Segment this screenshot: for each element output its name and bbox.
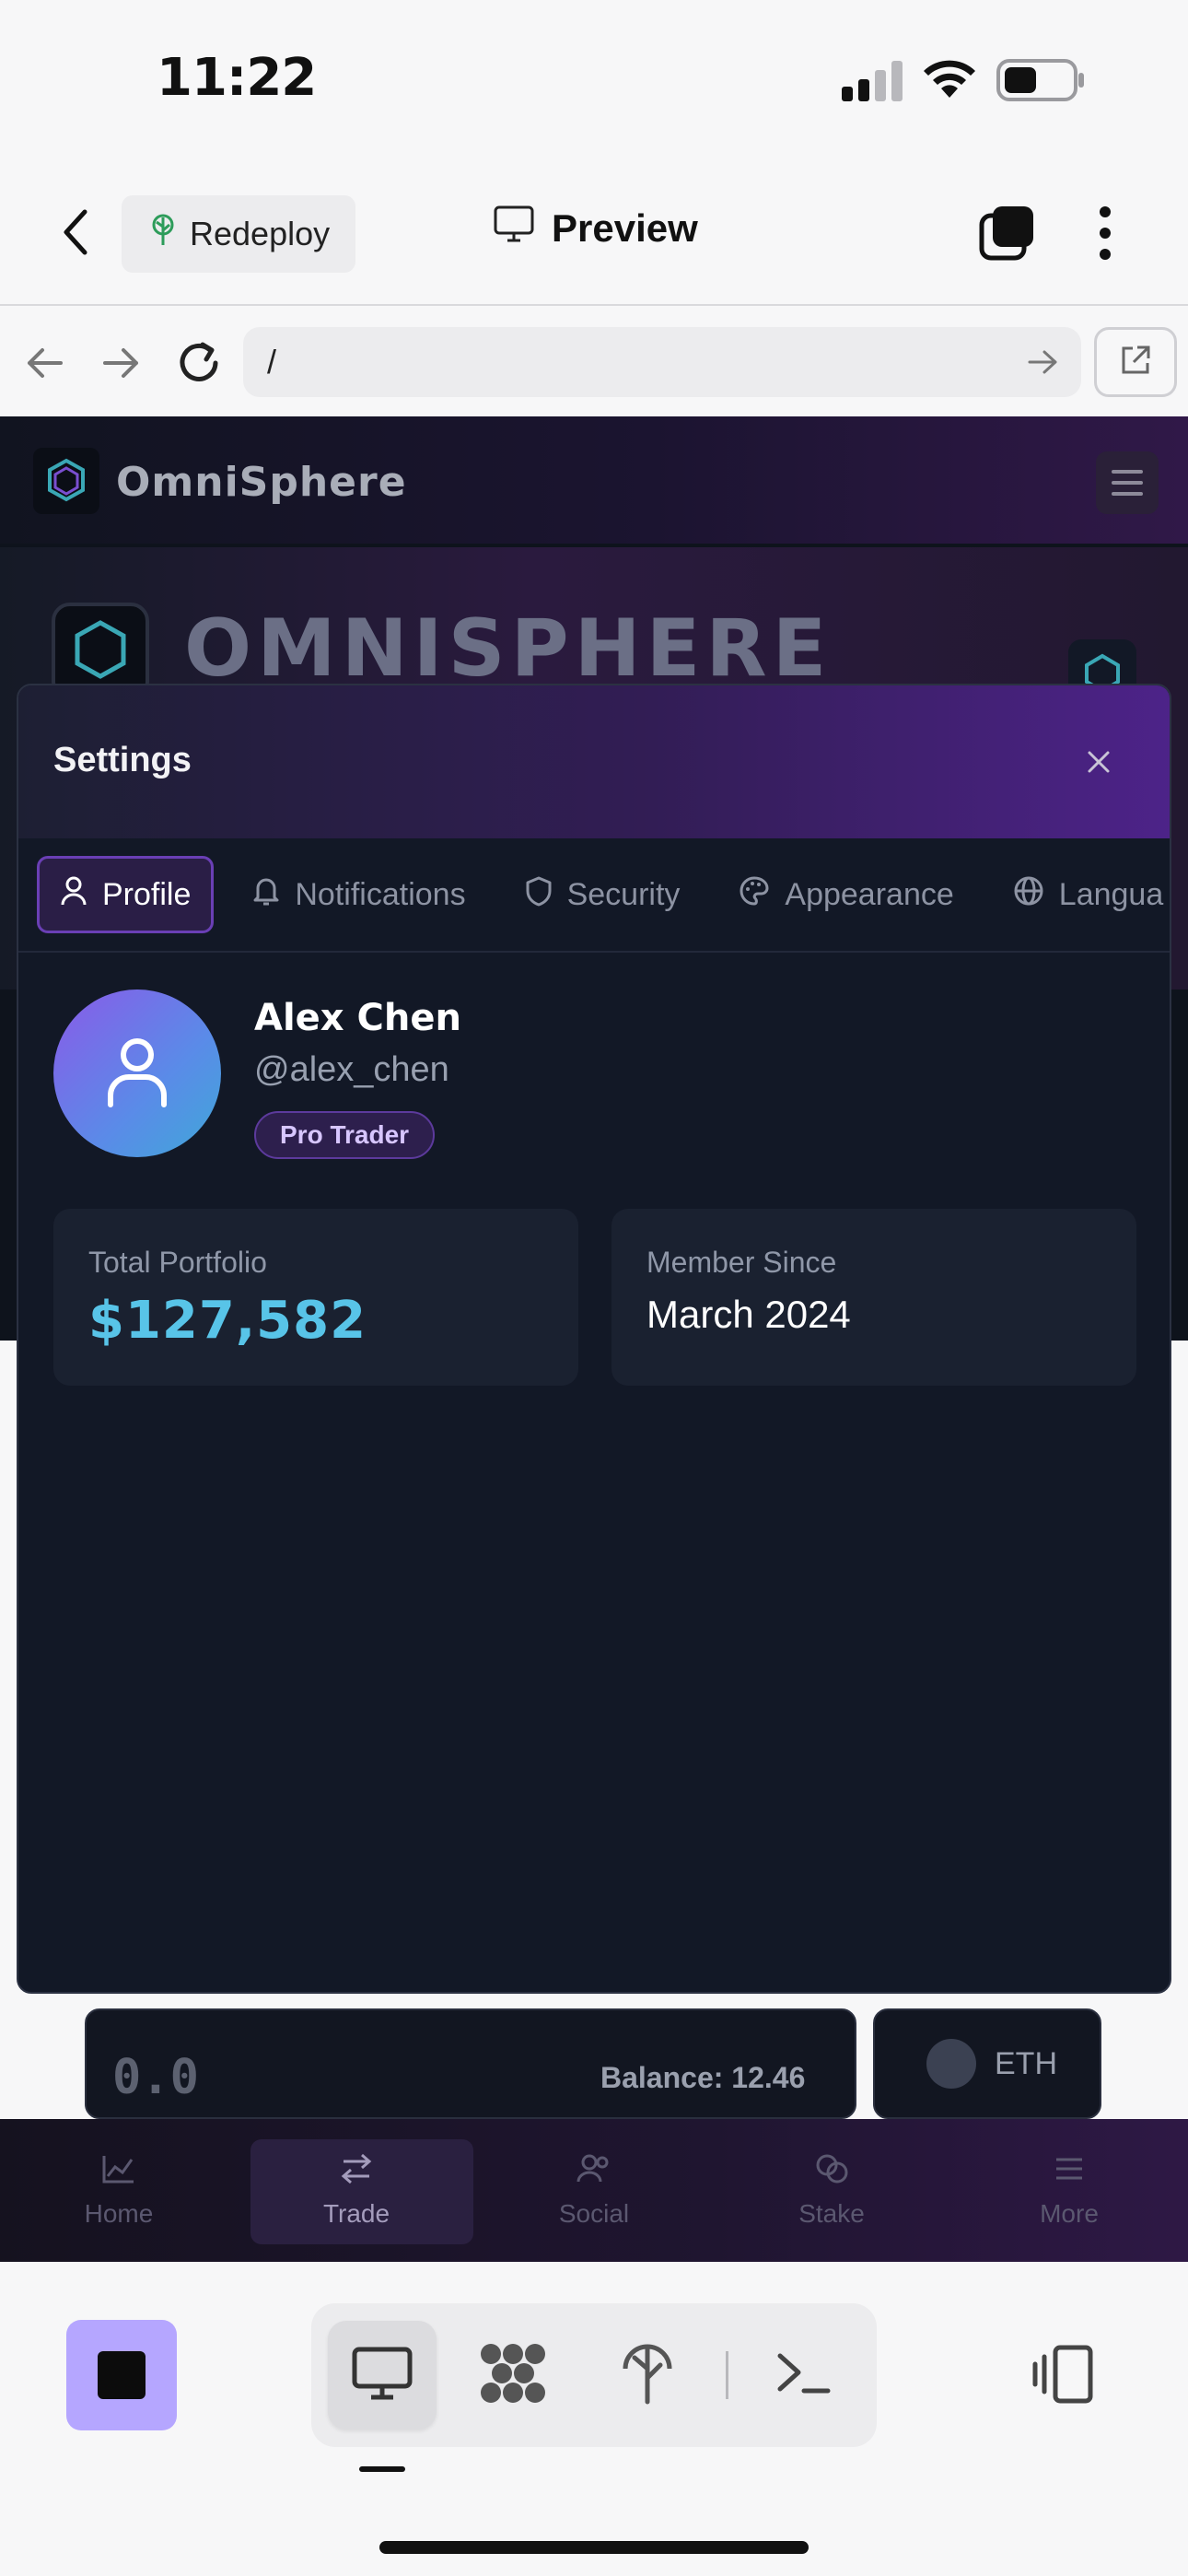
tab-appearance-label: Appearance <box>785 876 954 912</box>
tab-language-label: Langua <box>1058 876 1164 912</box>
deploy-button[interactable] <box>593 2321 702 2430</box>
nav-trade-label: Trade <box>322 2199 390 2228</box>
portfolio-label: Total Portfolio <box>88 1246 267 1279</box>
console-button[interactable] <box>750 2321 858 2430</box>
avatar <box>53 989 221 1157</box>
nav-social-label: Social <box>558 2199 630 2228</box>
back-button[interactable] <box>55 205 98 264</box>
stop-button[interactable] <box>66 2320 177 2430</box>
users-icon <box>576 2152 612 2192</box>
modal-header: Settings <box>18 685 1170 838</box>
close-button[interactable] <box>1076 741 1122 787</box>
nav-stake[interactable]: Stake <box>713 2119 950 2262</box>
open-external-button[interactable] <box>1094 327 1177 397</box>
modal-title: Settings <box>53 741 192 779</box>
browser-forward-icon[interactable] <box>101 345 142 386</box>
omnisphere-logo-icon <box>33 448 99 514</box>
tab-appearance[interactable]: Appearance <box>718 856 973 933</box>
wifi-icon <box>921 57 978 104</box>
tab-security-label: Security <box>566 876 681 912</box>
redeploy-button[interactable]: Redeploy <box>122 195 355 273</box>
terminal-icon <box>775 2350 833 2401</box>
url-input[interactable]: / <box>243 327 1081 397</box>
user-handle: @alex_chen <box>254 1050 449 1089</box>
preview-label: Preview <box>552 206 698 250</box>
settings-modal: Settings Profile Notifications Security … <box>17 684 1171 1994</box>
redeploy-label: Redeploy <box>190 215 331 252</box>
nav-home[interactable]: Home <box>0 2119 238 2262</box>
nav-social[interactable]: Social <box>475 2119 713 2262</box>
chart-icon <box>100 2152 137 2192</box>
token-label: ETH <box>995 2045 1057 2081</box>
tree-icon <box>149 214 177 255</box>
signal-icon <box>840 61 904 106</box>
stop-icon <box>98 2351 146 2399</box>
pattern-icon <box>478 2341 548 2410</box>
status-badge: Pro Trader <box>254 1111 436 1159</box>
tabs-icon[interactable] <box>978 205 1035 266</box>
battery-icon <box>996 59 1085 106</box>
tab-security[interactable]: Security <box>505 856 701 933</box>
portfolio-value: $127,582 <box>88 1291 367 1351</box>
member-since-value: March 2024 <box>646 1293 851 1336</box>
nav-more-label: More <box>1040 2199 1099 2228</box>
amount-value: 0.0 <box>112 2050 199 2105</box>
globe-icon <box>1013 875 1044 915</box>
user-icon <box>60 875 87 915</box>
more-options-icon[interactable] <box>1096 205 1114 266</box>
preview-pattern-button[interactable] <box>459 2321 567 2430</box>
tab-profile[interactable]: Profile <box>37 856 215 933</box>
active-tool-indicator <box>359 2466 405 2472</box>
portfolio-card: Total Portfolio $127,582 <box>53 1209 578 1386</box>
url-value: / <box>267 343 277 381</box>
coins-icon <box>813 2152 850 2192</box>
tab-notifications[interactable]: Notifications <box>232 856 485 933</box>
device-toggle-icon[interactable] <box>1030 2344 1096 2409</box>
divider <box>0 304 1188 306</box>
reload-icon[interactable] <box>175 339 223 392</box>
preview-selector[interactable]: Preview <box>493 205 698 252</box>
app-header: OmniSphere <box>0 416 1188 544</box>
hero-title: OMNISPHERE <box>184 603 833 695</box>
palette-icon <box>739 875 770 915</box>
eth-token-icon <box>926 2039 976 2089</box>
monitor-icon <box>493 205 535 252</box>
browser-back-icon[interactable] <box>24 345 64 386</box>
monitor-icon <box>351 2346 413 2406</box>
shield-icon <box>525 875 553 915</box>
desktop-view-button[interactable] <box>328 2321 437 2430</box>
balance-label: Balance: 12.46 <box>600 2061 806 2094</box>
bottom-nav-items: Home Trade Social Stake More <box>0 2119 1188 2262</box>
external-link-icon <box>1119 344 1152 381</box>
nav-home-label: Home <box>84 2199 154 2228</box>
nav-trade[interactable]: Trade <box>238 2119 475 2262</box>
menu-icon <box>1051 2152 1088 2192</box>
token-selector[interactable]: ETH <box>873 2008 1101 2119</box>
toolbar-divider <box>726 2351 728 2399</box>
swap-icon <box>338 2152 375 2192</box>
nav-more[interactable]: More <box>950 2119 1188 2262</box>
member-since-label: Member Since <box>646 1246 837 1279</box>
user-name: Alex Chen <box>254 997 461 1039</box>
member-since-card: Member Since March 2024 <box>611 1209 1136 1386</box>
user-avatar-icon <box>105 1035 169 1113</box>
tab-profile-label: Profile <box>102 876 192 912</box>
menu-button[interactable] <box>1096 451 1159 514</box>
go-arrow-icon[interactable] <box>1028 348 1059 381</box>
tree-icon <box>620 2341 675 2410</box>
tab-language[interactable]: Langua <box>993 856 1170 933</box>
tab-notifications-label: Notifications <box>295 876 466 912</box>
app-brand: OmniSphere <box>116 459 407 506</box>
status-time: 11:22 <box>157 48 317 108</box>
close-icon <box>1086 749 1112 779</box>
view-mode-toolbar <box>311 2303 877 2447</box>
settings-tabs: Profile Notifications Security Appearanc… <box>18 838 1170 953</box>
nav-stake-label: Stake <box>798 2199 865 2228</box>
home-indicator <box>379 2541 809 2554</box>
bell-icon <box>252 875 280 915</box>
